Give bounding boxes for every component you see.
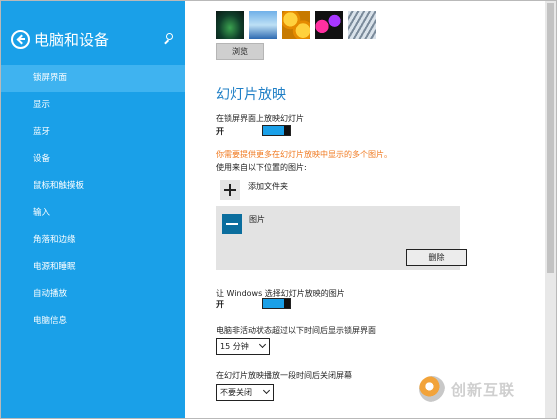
sidebar-item-corners-edges[interactable]: 角落和边缘 [1,227,185,254]
sidebar: 电脑和设备 锁屏界面 显示 蓝牙 设备 鼠标和触摸板 输入 角落和边缘 电源和睡… [1,1,185,418]
chevron-down-icon [258,340,267,349]
pictures-folder-icon [222,214,242,234]
scrollbar-thumb[interactable] [547,3,554,273]
slideshow-toggle-label: 在锁屏界面上放映幻灯片 [216,114,304,123]
sidebar-item-autoplay[interactable]: 自动播放 [1,281,185,308]
settings-window: 电脑和设备 锁屏界面 显示 蓝牙 设备 鼠标和触摸板 输入 角落和边缘 电源和睡… [0,0,557,419]
watermark: 创新互联 [419,374,515,404]
screen-off-dropdown[interactable]: 不要关闭 [216,384,274,401]
chevron-down-icon [262,386,271,395]
windows-choose-toggle-state: 开 [216,300,224,309]
scrollbar[interactable] [545,1,556,418]
folder-name: 图片 [249,215,265,224]
sidebar-item-lock-screen[interactable]: 锁屏界面 [1,65,185,92]
inactive-timeout-value: 15 分钟 [220,342,249,351]
screen-off-label: 在幻灯片放映播放一段时间后关闭屏幕 [216,371,352,380]
sidebar-item-mouse-touchpad[interactable]: 鼠标和触摸板 [1,173,185,200]
slideshow-toggle[interactable] [262,125,291,136]
picture-source-label: 使用来自以下位置的图片: [216,163,307,172]
remove-button[interactable]: 删除 [406,249,467,266]
add-folder-label[interactable]: 添加文件夹 [248,181,288,192]
watermark-logo-icon [419,376,445,402]
sidebar-item-devices[interactable]: 设备 [1,146,185,173]
lock-screen-picture-thumbnail[interactable] [348,11,376,39]
lock-screen-picture-thumbnail[interactable] [282,11,310,39]
search-icon[interactable] [162,32,175,45]
lock-screen-picture-thumbnail[interactable] [216,11,244,39]
slideshow-toggle-state: 开 [216,127,224,136]
screen-off-value: 不要关闭 [220,388,252,397]
sidebar-item-pc-info[interactable]: 电脑信息 [1,308,185,335]
watermark-text: 创新互联 [451,380,516,399]
sidebar-item-bluetooth[interactable]: 蓝牙 [1,119,185,146]
sidebar-nav: 锁屏界面 显示 蓝牙 设备 鼠标和触摸板 输入 角落和边缘 电源和睡眠 自动播放… [1,65,185,335]
warning-message: 你需要提供更多在幻灯片放映中显示的多个图片。 [216,150,392,159]
inactive-timeout-dropdown[interactable]: 15 分钟 [216,338,270,355]
lock-screen-picture-thumbnail[interactable] [249,11,277,39]
add-folder-icon[interactable] [220,180,240,200]
lock-screen-picture-list [216,11,376,39]
browse-button[interactable]: 浏览 [216,43,264,60]
sidebar-item-display[interactable]: 显示 [1,92,185,119]
sidebar-item-typing[interactable]: 输入 [1,200,185,227]
selected-folder-item[interactable]: 图片 删除 [216,206,467,270]
inactive-timeout-label: 电脑非活动状态超过以下时间后显示锁屏界面 [216,326,376,335]
back-arrow-icon[interactable] [11,30,30,49]
windows-choose-toggle[interactable] [262,298,291,309]
sidebar-title: 电脑和设备 [34,31,110,49]
slideshow-section-title: 幻灯片放映 [216,87,286,103]
lock-screen-picture-thumbnail[interactable] [315,11,343,39]
sidebar-item-power-sleep[interactable]: 电源和睡眠 [1,254,185,281]
main-panel: 浏览 幻灯片放映 在锁屏界面上放映幻灯片 开 你需要提供更多在幻灯片放映中显示的… [185,1,545,418]
